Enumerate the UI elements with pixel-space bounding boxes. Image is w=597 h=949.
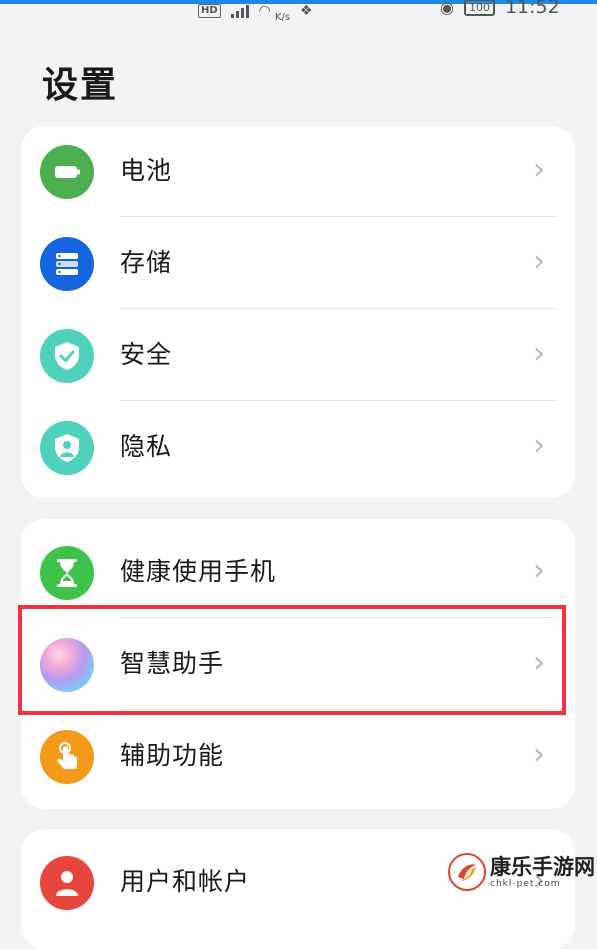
- notification-icon: ❖: [300, 2, 313, 19]
- chevron-right-icon: ›: [533, 336, 545, 371]
- status-time: 11:52: [504, 0, 560, 18]
- divider: [120, 400, 556, 401]
- settings-item-label: 隐私: [120, 432, 173, 461]
- hd-badge: HD: [198, 3, 221, 18]
- settings-item-label: 电池: [120, 156, 173, 185]
- settings-item-label: 健康使用手机: [120, 557, 277, 586]
- settings-group-device: 电池 › 存储 › 安全 › 隐私 ›: [21, 126, 575, 498]
- status-bar: HD ◠ K/s ❖ ◉ 100 11:52: [0, 0, 597, 24]
- wifi-icon: ◠: [258, 2, 271, 19]
- security-shield-icon: [40, 329, 94, 383]
- battery-level: 100: [463, 0, 495, 16]
- divider: [120, 216, 556, 217]
- chevron-right-icon: ›: [533, 737, 545, 772]
- chevron-right-icon: ›: [533, 152, 545, 187]
- settings-item-label: 用户和帐户: [120, 867, 251, 896]
- settings-item-label: 存储: [120, 248, 173, 277]
- network-speed: K/s: [274, 12, 291, 23]
- chevron-right-icon: ›: [533, 553, 545, 588]
- divider: [120, 308, 556, 309]
- hourglass-icon: [40, 546, 94, 600]
- settings-item-security[interactable]: 安全 ›: [21, 310, 575, 402]
- settings-item-privacy[interactable]: 隐私 ›: [21, 402, 575, 494]
- watermark-logo-icon: [448, 853, 486, 891]
- storage-icon: [40, 237, 94, 291]
- settings-item-label: 辅助功能: [120, 741, 225, 770]
- settings-item-battery[interactable]: 电池 ›: [21, 126, 575, 218]
- battery-icon: [40, 145, 94, 199]
- watermark: 康乐手游网 chkl-pet.com: [448, 852, 597, 892]
- chevron-right-icon: ›: [533, 428, 545, 463]
- page-title: 设置: [42, 65, 119, 106]
- settings-item-accessibility[interactable]: 辅助功能 ›: [21, 711, 575, 803]
- settings-item-storage[interactable]: 存储 ›: [21, 218, 575, 310]
- cell-signal-icon: [230, 4, 249, 18]
- eye-comfort-icon: ◉: [440, 0, 454, 17]
- chevron-right-icon: ›: [533, 244, 545, 279]
- watermark-name: 康乐手游网: [490, 854, 595, 879]
- user-icon: [40, 856, 94, 910]
- watermark-url: chkl-pet.com: [490, 878, 561, 889]
- settings-item-label: 安全: [120, 340, 173, 369]
- accessibility-hand-icon: [40, 730, 94, 784]
- privacy-shield-icon: [40, 421, 94, 475]
- highlight-box: [18, 605, 566, 715]
